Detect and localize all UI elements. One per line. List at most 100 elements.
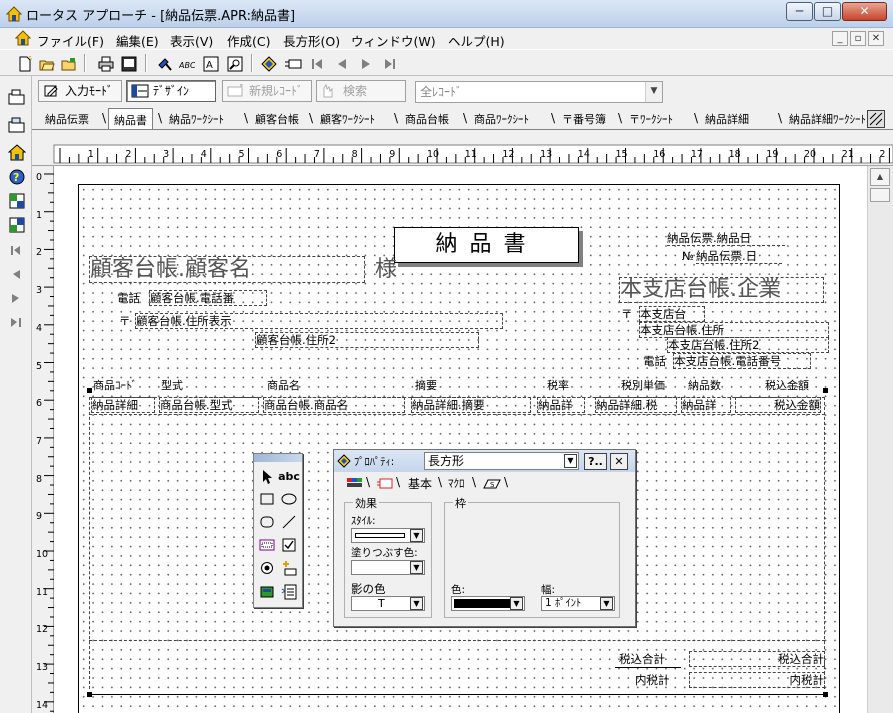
- open-file-button[interactable]: [36, 53, 57, 73]
- mdi-restore-button[interactable]: ▫: [850, 31, 866, 46]
- new-file-button[interactable]: [14, 53, 35, 73]
- slip-number-field[interactable]: 納品伝票.日: [696, 249, 782, 264]
- report-tool[interactable]: [278, 582, 300, 603]
- paint-button[interactable]: [154, 53, 175, 73]
- last-record-button[interactable]: [379, 53, 400, 73]
- ellipse-tool[interactable]: [278, 489, 300, 510]
- close-button[interactable]: ✕: [842, 2, 887, 21]
- next-record-button[interactable]: [355, 53, 376, 73]
- open-form-button[interactable]: [7, 86, 28, 108]
- fields-button[interactable]: [7, 190, 28, 212]
- scroll-thumb[interactable]: [870, 188, 890, 202]
- left-first-record-button[interactable]: [7, 240, 28, 262]
- left-next-record-button[interactable]: [7, 288, 28, 310]
- left-last-record-button[interactable]: [7, 312, 28, 334]
- border-style-tab-icon[interactable]: [376, 476, 394, 490]
- menu-window[interactable]: ウィンドウ(W): [351, 31, 436, 50]
- customer-address-field[interactable]: 顧客台帳.住所表示: [135, 313, 503, 329]
- home-button[interactable]: [7, 142, 28, 164]
- text-tool[interactable]: abc: [278, 466, 300, 487]
- open-report-button[interactable]: [7, 114, 28, 136]
- scroll-up-icon[interactable]: ▲: [870, 168, 890, 186]
- object-selector[interactable]: 長方形 ▼: [424, 452, 579, 470]
- search-field-button[interactable]: [224, 53, 245, 73]
- tab-6[interactable]: 商品台帳: [400, 110, 454, 129]
- palette-caption[interactable]: [254, 454, 302, 462]
- company-store-field[interactable]: 本支店台: [639, 306, 705, 322]
- join-button[interactable]: [7, 214, 28, 236]
- company-tel-field[interactable]: 本支店台帳.電話番号: [673, 353, 811, 369]
- line-tool[interactable]: [278, 512, 300, 533]
- left-previous-record-button[interactable]: [7, 264, 28, 286]
- print-preview-button[interactable]: [118, 53, 139, 73]
- vertical-scrollbar[interactable]: ▲: [867, 166, 893, 713]
- rectangle-tool[interactable]: [256, 489, 278, 510]
- first-record-button[interactable]: [306, 53, 327, 73]
- tab-5[interactable]: 顧客ﾜｰｸｼｰﾄ: [315, 110, 380, 129]
- maximize-button[interactable]: □: [814, 2, 841, 21]
- total-field[interactable]: 税込合計: [689, 651, 825, 667]
- field-format-button[interactable]: ABC: [176, 53, 197, 73]
- menu-edit[interactable]: 編集(E): [116, 31, 159, 50]
- pointer-tool[interactable]: [256, 466, 278, 487]
- found-set-combo[interactable]: 全ﾚｺｰﾄﾞ ▼: [415, 81, 663, 103]
- help-button[interactable]: ?: [7, 166, 28, 188]
- menu-help[interactable]: ヘルプ(H): [448, 31, 505, 50]
- radio-button-tool[interactable]: [256, 558, 278, 579]
- mdi-close-button[interactable]: ✕: [868, 31, 884, 46]
- button-tool[interactable]: [278, 558, 300, 579]
- tab-basic[interactable]: 基本: [408, 475, 432, 492]
- tax-field[interactable]: 内税計: [689, 672, 825, 688]
- selection-handle[interactable]: [823, 388, 828, 393]
- approach-app-icon[interactable]: [6, 6, 22, 22]
- browse-mode-button[interactable]: 入力ﾓｰﾄﾞ: [38, 80, 122, 102]
- form-view-button[interactable]: [281, 53, 302, 73]
- menu-file[interactable]: ファイル(F): [37, 31, 104, 50]
- selection-handle[interactable]: [87, 388, 92, 393]
- infobox-close-button[interactable]: ✕: [610, 453, 628, 470]
- infobox-caption-bar[interactable]: ﾌﾟﾛﾊﾟﾃｨ: 長方形 ▼ ?.. ✕: [334, 450, 635, 472]
- design-diamond-button[interactable]: [258, 53, 279, 73]
- print-button[interactable]: [95, 53, 116, 73]
- tab-8[interactable]: 〒番号簿: [557, 110, 611, 129]
- fill-color-dropdown[interactable]: ▼: [351, 560, 425, 575]
- border-width-dropdown[interactable]: 1 ﾎﾟｲﾝﾄ ▼: [541, 596, 615, 611]
- find-button[interactable]: 検索: [316, 80, 406, 102]
- menu-create[interactable]: 作成(C): [227, 31, 270, 50]
- new-record-button[interactable]: 新規ﾚｺｰﾄﾞ: [222, 80, 312, 102]
- menu-view[interactable]: 表示(V): [170, 31, 213, 50]
- tab-navigator-button[interactable]: [867, 110, 885, 128]
- customer-address2-field[interactable]: 顧客台帳.住所2: [255, 332, 479, 348]
- picture-tool[interactable]: [256, 582, 278, 603]
- minimize-button[interactable]: ─: [786, 2, 813, 21]
- field-tool[interactable]: [256, 535, 278, 556]
- slip-date-field[interactable]: 納品伝票.納品日: [667, 231, 785, 246]
- tab-3[interactable]: 納品ﾜｰｸｼｰﾄ: [164, 110, 229, 129]
- document-system-icon[interactable]: [15, 30, 31, 46]
- company-address2-field[interactable]: 本支店台帳.住所2: [667, 337, 829, 353]
- previous-record-button[interactable]: [331, 53, 352, 73]
- design-canvas[interactable]: 納品書 納品伝票.納品日 № 納品伝票.日 顧客台帳.顧客名 様 電話 顧客台帳…: [54, 166, 867, 713]
- tab-macro[interactable]: ﾏｸﾛ: [448, 475, 465, 491]
- border-color-dropdown[interactable]: ▼: [451, 596, 525, 611]
- open-database-button[interactable]: [58, 53, 79, 73]
- company-name-field[interactable]: 本支店台帳.企業: [619, 277, 824, 303]
- design-mode-button[interactable]: ﾃﾞｻﾞｲﾝ: [126, 80, 216, 102]
- customer-name-field[interactable]: 顧客台帳.顧客名: [89, 256, 365, 283]
- tab-1[interactable]: 納品伝票: [40, 110, 94, 129]
- shadow-color-dropdown[interactable]: T ▼: [351, 596, 425, 611]
- style-tab-icon[interactable]: S: [482, 478, 502, 490]
- customer-tel-field[interactable]: 顧客台帳.電話番: [149, 290, 267, 306]
- report-title[interactable]: 納品書: [394, 227, 579, 263]
- tab-7[interactable]: 商品ﾜｰｸｼｰﾄ: [469, 110, 534, 129]
- checkbox-tool[interactable]: [278, 535, 300, 556]
- tab-11[interactable]: 納品詳細ﾜｰｸｼｰﾄ: [784, 110, 871, 129]
- tab-4[interactable]: 顧客台帳: [250, 110, 304, 129]
- rounded-rectangle-tool[interactable]: [256, 512, 278, 533]
- tab-2[interactable]: 納品書: [108, 108, 153, 129]
- infobox-help-button[interactable]: ?..: [584, 453, 607, 470]
- menu-rectangle[interactable]: 長方形(O): [283, 31, 340, 50]
- tab-10[interactable]: 納品詳細: [700, 110, 754, 129]
- company-address-field[interactable]: 本支店台帳.住所: [639, 322, 829, 338]
- text-format-button[interactable]: A: [200, 53, 221, 73]
